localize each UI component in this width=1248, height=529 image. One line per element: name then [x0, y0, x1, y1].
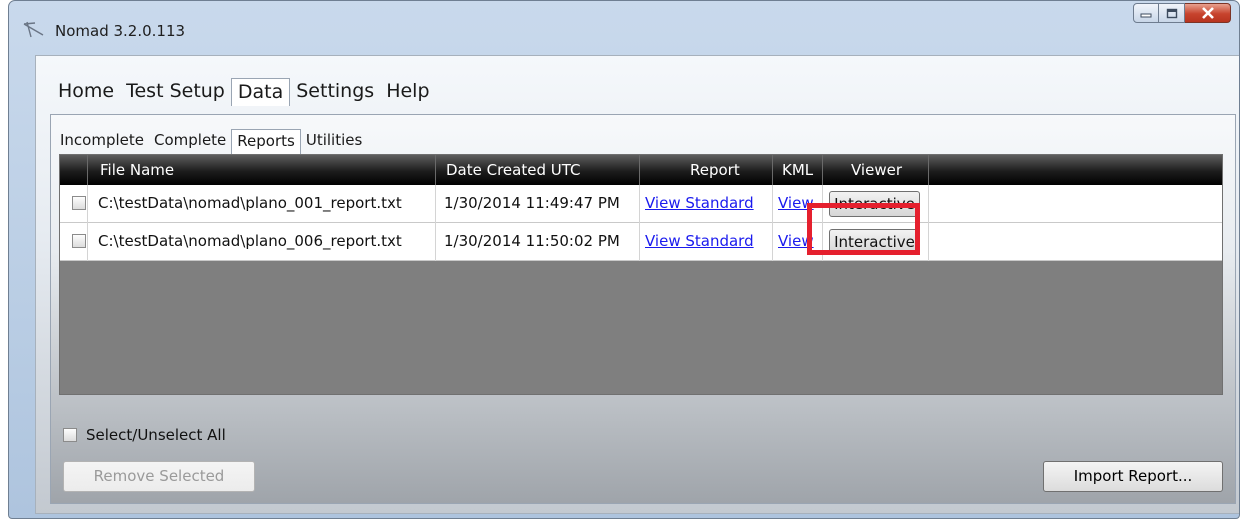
title-bar[interactable]: Nomad 3.2.0.113	[9, 1, 1239, 57]
tab-incomplete[interactable]: Incomplete	[55, 129, 149, 154]
app-window: Nomad 3.2.0.113 Home Test Setup Data Set…	[8, 0, 1240, 519]
tab-help[interactable]: Help	[380, 78, 435, 106]
select-all-checkbox[interactable]: Select/Unselect All	[63, 426, 226, 444]
close-icon	[1201, 7, 1214, 19]
import-report-button[interactable]: Import Report...	[1043, 461, 1223, 492]
close-button[interactable]	[1185, 3, 1231, 23]
file-name-cell: C:\testData\nomad\plano_006_report.txt	[88, 223, 436, 261]
header-report[interactable]: Report	[640, 155, 773, 185]
select-all-box[interactable]	[63, 428, 77, 442]
tab-utilities[interactable]: Utilities	[301, 129, 367, 154]
grid-header: File Name Date Created UTC Report KML Vi…	[60, 155, 1222, 185]
header-checkbox-column	[60, 155, 88, 185]
viewer-cell: Interactive	[823, 185, 929, 223]
report-cell: View Standard	[640, 223, 773, 261]
window-title: Nomad 3.2.0.113	[55, 22, 186, 40]
select-all-label: Select/Unselect All	[86, 426, 226, 444]
reports-grid: File Name Date Created UTC Report KML Vi…	[59, 154, 1223, 395]
main-tab-strip: Home Test Setup Data Settings Help	[52, 78, 436, 106]
minimize-icon	[1140, 13, 1152, 18]
date-created-cell: 1/30/2014 11:49:47 PM	[436, 185, 640, 223]
table-row[interactable]: C:\testData\nomad\plano_006_report.txt 1…	[60, 223, 1222, 261]
minimize-button[interactable]	[1133, 3, 1159, 23]
tab-data[interactable]: Data	[230, 78, 291, 106]
kml-cell: View	[773, 223, 823, 261]
view-standard-link[interactable]: View Standard	[645, 194, 754, 212]
row-checkbox[interactable]	[72, 196, 86, 210]
row-checkbox[interactable]	[72, 234, 86, 248]
data-tab-panel: Incomplete Complete Reports Utilities Fi…	[50, 114, 1236, 504]
table-row[interactable]: C:\testData\nomad\plano_001_report.txt 1…	[60, 185, 1222, 223]
nomad-app-icon	[23, 21, 44, 38]
report-cell: View Standard	[640, 185, 773, 223]
date-created-cell: 1/30/2014 11:50:02 PM	[436, 223, 640, 261]
interactive-viewer-button[interactable]: Interactive	[829, 191, 920, 217]
remove-selected-button[interactable]: Remove Selected	[63, 461, 255, 492]
maximize-button[interactable]	[1159, 3, 1185, 23]
view-kml-link[interactable]: View	[778, 232, 814, 250]
interactive-viewer-button[interactable]: Interactive	[829, 229, 920, 255]
row-select-cell	[60, 223, 88, 261]
view-standard-link[interactable]: View Standard	[645, 232, 754, 250]
sub-tab-strip: Incomplete Complete Reports Utilities	[55, 129, 367, 154]
view-kml-link[interactable]: View	[778, 194, 814, 212]
header-file-name[interactable]: File Name	[88, 155, 436, 185]
header-date-created[interactable]: Date Created UTC	[436, 155, 640, 185]
header-viewer[interactable]: Viewer	[823, 155, 929, 185]
header-kml[interactable]: KML	[773, 155, 823, 185]
kml-cell: View	[773, 185, 823, 223]
tab-home[interactable]: Home	[52, 78, 120, 106]
caption-buttons	[1133, 3, 1231, 25]
tab-reports[interactable]: Reports	[231, 129, 301, 154]
row-select-cell	[60, 185, 88, 223]
file-name-cell: C:\testData\nomad\plano_001_report.txt	[88, 185, 436, 223]
maximize-icon	[1166, 8, 1177, 18]
viewer-cell: Interactive	[823, 223, 929, 261]
client-area: Home Test Setup Data Settings Help Incom…	[35, 55, 1239, 514]
tab-complete[interactable]: Complete	[149, 129, 231, 154]
tab-settings[interactable]: Settings	[290, 78, 380, 106]
tab-test-setup[interactable]: Test Setup	[120, 78, 231, 106]
